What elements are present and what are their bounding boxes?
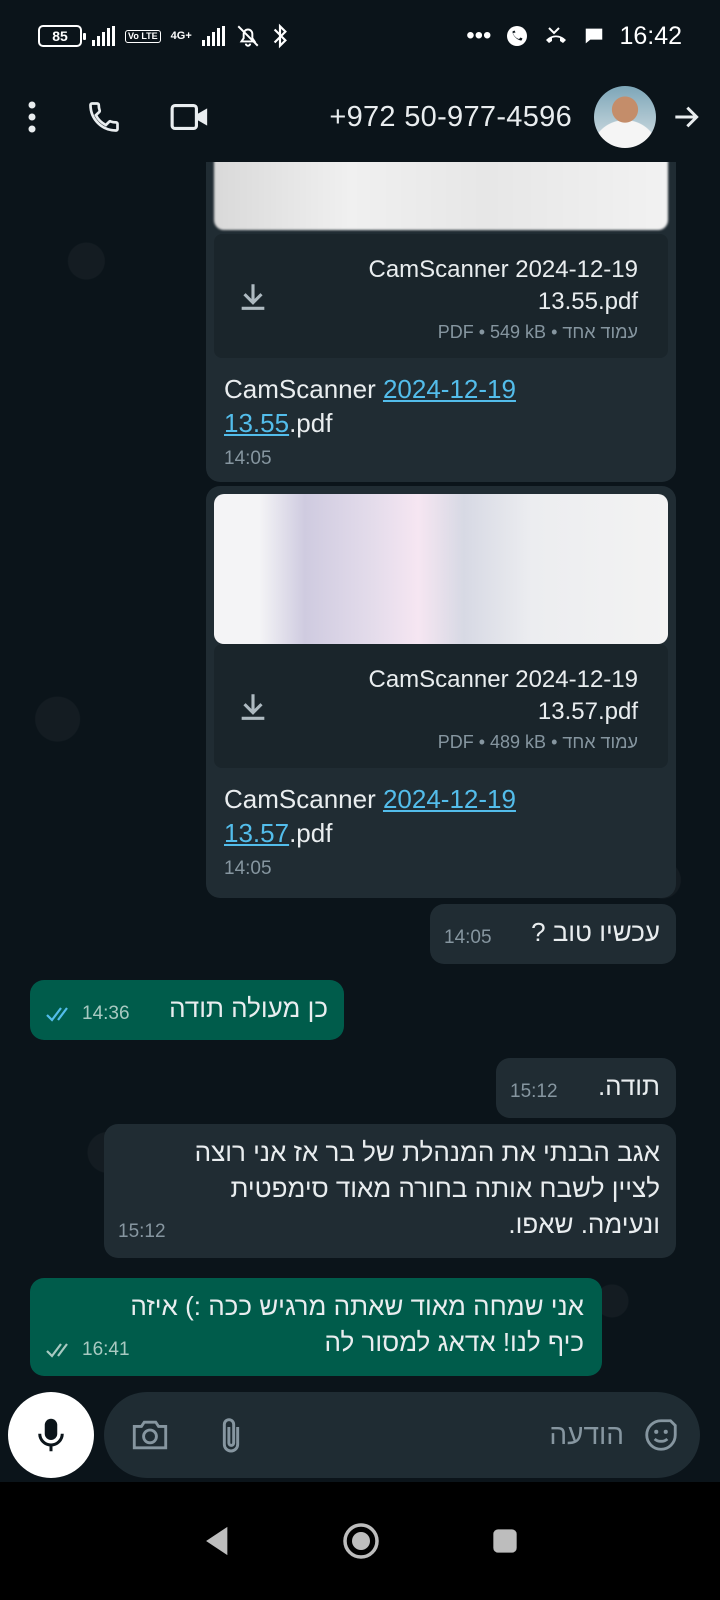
overflow-indicator: ••• [466,22,492,49]
message-text-line: לציין לשבח אותה בחורה מאוד סימפטית [230,1173,660,1203]
status-time: 16:42 [619,21,682,50]
status-left: 85 Vo LTE 4G+ [38,23,289,49]
signal-icon-2 [201,26,225,46]
message-meta: 15:12 [510,1074,558,1110]
message-text: כן מעולה תודה [169,993,328,1023]
document-title-line1: CamScanner 2024-12-19 [368,256,639,283]
download-icon[interactable] [236,690,270,724]
read-ticks-icon [46,1007,68,1022]
message-time: 15:12 [510,1081,558,1102]
message-time: 14:05 [224,858,272,879]
message-time: 14:05 [224,448,272,469]
message-meta: 14:36 [46,996,130,1032]
message-time: 14:05 [444,927,492,948]
caption-text: CamScanner [224,374,383,404]
attach-icon[interactable] [216,1415,246,1455]
document-meta: PDF • 549 kB • עמוד אחד [437,322,638,342]
message-time: 16:41 [82,1339,130,1360]
document-caption: CamScanner 2024-12-19 13.57.pdf [214,768,668,850]
message-text-line: אגב הבנתי את המנהלת של בר אז אני רוצה [194,1137,660,1167]
chat-area[interactable]: CamScanner 2024-12-19 13.55.pdf PDF • 54… [0,162,720,1400]
status-right: ••• 16:42 [466,22,682,51]
document-thumbnail[interactable] [214,494,668,644]
document-title: CamScanner 2024-12-19 13.57.pdf [298,664,639,728]
document-caption: CamScanner 2024-12-19 13.55.pdf [214,358,668,440]
message-notification-icon [586,28,603,44]
mute-bell-icon [237,25,259,47]
caption-link[interactable]: 2024-12-19 [383,374,516,404]
message-meta: 15:12 [118,1214,166,1250]
more-options-icon[interactable] [26,99,38,135]
back-arrow-icon[interactable] [670,101,702,133]
missed-call-icon [546,27,567,43]
sticker-icon[interactable] [642,1416,680,1454]
download-icon[interactable] [236,280,270,314]
system-navigation-bar [0,1482,720,1600]
document-meta: PDF • 489 kB • עמוד אחד [437,732,638,752]
document-title-line1: CamScanner 2024-12-19 [368,666,639,693]
chat-header: +972 50-977-4596 [0,72,720,162]
message-placeholder[interactable]: הודעה [549,1419,624,1451]
document-file-row[interactable]: CamScanner 2024-12-19 13.55.pdf PDF • 54… [214,234,668,358]
contact-name[interactable]: +972 50-977-4596 [329,101,572,134]
document-thumbnail[interactable] [214,162,668,230]
voice-call-icon[interactable] [86,99,122,135]
document-title-line2: 13.57.pdf [537,698,638,725]
text-message[interactable]: כן מעולה תודה 14:36 [30,980,344,1040]
bluetooth-icon [273,23,287,49]
message-text-line: אני שמחה מאוד שאתה מרגיש ככה :) איזה [130,1291,584,1321]
text-message[interactable]: אגב הבנתי את המנהלת של בר אז אני רוצה לצ… [104,1124,676,1258]
text-message[interactable]: אני שמחה מאוד שאתה מרגיש ככה :) איזה כיף… [30,1278,602,1376]
text-message[interactable]: עכשיו טוב ? 14:05 [430,904,676,964]
contact-avatar[interactable] [594,86,656,148]
voice-record-button[interactable] [8,1392,94,1478]
message-time: 15:12 [118,1221,166,1242]
message-text: עכשיו טוב ? [531,917,660,947]
header-actions [26,99,210,135]
volte-icon: Vo LTE [125,29,161,43]
signal-icon [92,26,115,46]
document-message[interactable]: CamScanner 2024-12-19 13.57.pdf PDF • 48… [206,486,676,898]
caption-text: CamScanner [224,784,383,814]
caption-link[interactable]: 13.55 [224,408,289,438]
nav-home-icon[interactable] [341,1521,381,1561]
network-type-label: 4G+ [170,29,192,42]
document-title-line2: 13.55.pdf [537,288,638,315]
camera-icon[interactable] [130,1417,170,1453]
message-text: תודה. [597,1071,660,1101]
whatsapp-notification-icon [507,26,528,46]
caption-link[interactable]: 13.57 [224,818,289,848]
caption-text: .pdf [289,408,333,438]
message-input-field[interactable]: הודעה [104,1392,700,1478]
message-meta: 14:05 [444,920,492,956]
message-meta: 16:41 [46,1332,130,1368]
nav-recents-icon[interactable] [491,1527,519,1555]
caption-link[interactable]: 2024-12-19 [383,784,516,814]
message-time: 14:36 [82,1003,130,1024]
message-composer: הודעה [0,1392,720,1482]
status-bar: 85 Vo LTE 4G+ ••• 16:42 [0,0,720,72]
document-message[interactable]: CamScanner 2024-12-19 13.55.pdf PDF • 54… [206,162,676,482]
text-message[interactable]: תודה. 15:12 [496,1058,676,1118]
caption-text: .pdf [289,818,333,848]
document-file-row[interactable]: CamScanner 2024-12-19 13.57.pdf PDF • 48… [214,644,668,768]
microphone-icon [38,1418,64,1452]
delivered-ticks-icon [46,1343,68,1358]
battery-indicator: 85 [38,25,86,47]
video-call-icon[interactable] [170,101,210,133]
header-contact[interactable]: +972 50-977-4596 [329,86,702,148]
nav-back-icon[interactable] [201,1524,231,1558]
message-text-line: ונעימה. שאפו. [508,1209,660,1239]
document-title: CamScanner 2024-12-19 13.55.pdf [298,254,639,318]
